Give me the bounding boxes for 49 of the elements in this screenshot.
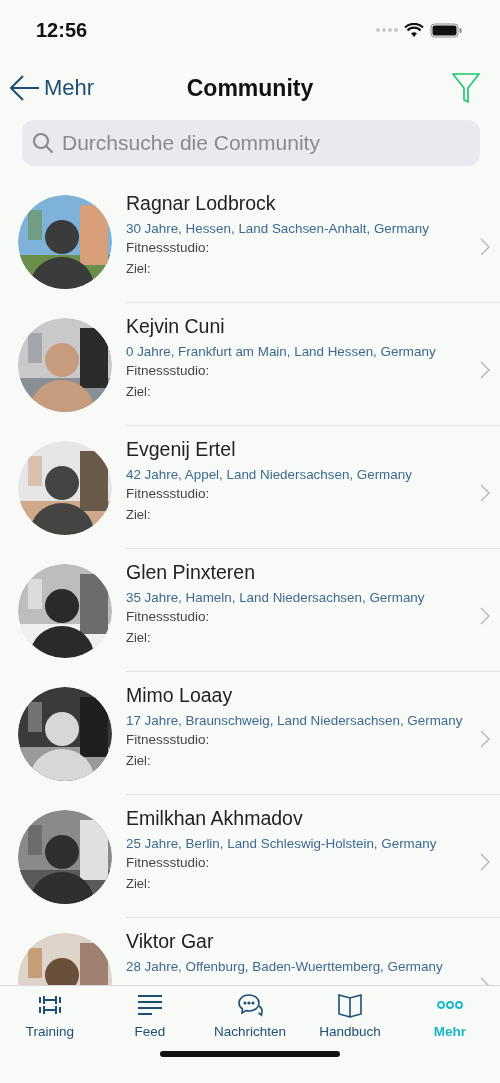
member-location: 30 Jahre, Hessen, Land Sachsen-Anhalt, Germany — [126, 221, 429, 236]
status-time: 12:56 — [36, 18, 89, 42]
member-row[interactable]: Kejvin Cuni 0 Jahre, Frankfurt am Main, Land Hessen, Germany Fitnessstudio: Ziel: — [126, 303, 500, 426]
gym-label: Fitnessstudio: — [126, 486, 210, 501]
goal-label: Ziel: — [126, 384, 151, 399]
goal-label: Ziel: — [126, 261, 151, 276]
goal-label: Ziel: — [126, 876, 151, 891]
member-name: Kejvin Cuni — [126, 315, 225, 338]
member-row[interactable]: Mimo Loaay 17 Jahre, Braunschweig, Land Niedersachsen, Germany Fitnessstudio: Ziel: — [126, 672, 500, 795]
tab-item[interactable]: Handbuch — [300, 990, 400, 1051]
battery-icon — [430, 22, 462, 38]
member-row[interactable]: Ragnar Lodbrock 30 Jahre, Hessen, Land Sachsen-Anhalt, Germany Fitnessstudio: Ziel: — [126, 180, 500, 303]
member-location: 0 Jahre, Frankfurt am Main, Land Hessen, Germany — [126, 344, 436, 359]
goal-label: Ziel: — [126, 507, 151, 522]
tab-item[interactable]: Nachrichten — [200, 990, 300, 1051]
member-location: 25 Jahre, Berlin, Land Schleswig-Holstein, Germany — [126, 836, 437, 851]
gym-label: Fitnessstudio: — [126, 363, 210, 378]
member-location: 28 Jahre, Offenburg, Baden-Wuerttemberg, Germany — [126, 959, 443, 974]
search-icon — [32, 132, 54, 154]
tab-item[interactable]: Training — [0, 990, 100, 1051]
member-name: Mimo Loaay — [126, 684, 233, 707]
chat-icon — [237, 992, 263, 1018]
member-row[interactable]: Glen Pinxteren 35 Jahre, Hameln, Land Niedersachsen, Germany Fitnessstudio: Ziel: — [126, 549, 500, 672]
wifi-icon — [404, 22, 424, 38]
filter-icon[interactable] — [452, 73, 480, 103]
member-row[interactable]: Evgenij Ertel 42 Jahre, Appel, Land Niedersachsen, Germany Fitnessstudio: Ziel: — [126, 426, 500, 549]
book-icon — [337, 992, 363, 1018]
gym-label: Fitnessstudio: — [126, 732, 210, 747]
back-button[interactable]: Mehr — [10, 75, 95, 101]
tab-item[interactable]: Feed — [100, 990, 200, 1051]
member-name: Evgenij Ertel — [126, 438, 236, 461]
goal-label: Ziel: — [126, 753, 151, 768]
gym-label: Fitnessstudio: — [126, 609, 210, 624]
member-row[interactable]: Emilkhan Akhmadov 25 Jahre, Berlin, Land Schleswig-Holstein, Germany Fitnessstudio: Ziel: — [126, 795, 500, 918]
goal-label: Ziel: — [126, 630, 151, 645]
gym-label: Fitnessstudio: — [126, 855, 210, 870]
search-field[interactable]: Durchsuche die Community — [22, 120, 480, 166]
signal-icon — [376, 28, 398, 32]
gym-label: Fitnessstudio: — [126, 240, 210, 255]
member-name: Emilkhan Akhmadov — [126, 807, 303, 830]
page-title: Community — [186, 74, 314, 102]
member-name: Glen Pinxteren — [126, 561, 255, 584]
member-location: 35 Jahre, Hameln, Land Niedersachsen, Germany — [126, 590, 425, 605]
back-arrow-icon — [10, 75, 40, 101]
member-name: Viktor Gar — [126, 930, 214, 953]
member-location: 42 Jahre, Appel, Land Niedersachsen, Germany — [126, 467, 412, 482]
member-name: Ragnar Lodbrock — [126, 192, 276, 215]
member-location: 17 Jahre, Braunschweig, Land Niedersachsen, Germany — [126, 713, 463, 728]
lines-icon — [137, 992, 163, 1018]
